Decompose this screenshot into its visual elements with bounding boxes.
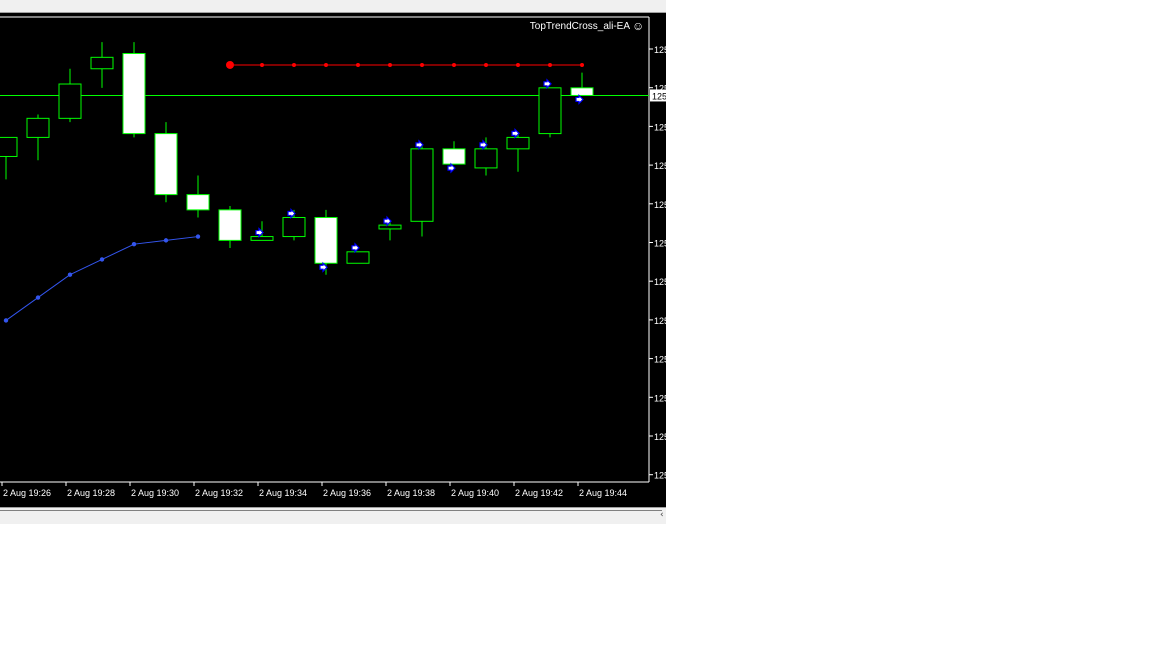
scroll-right-arrow-icon[interactable]: ‹ [660, 510, 664, 520]
red-level-point [484, 62, 488, 67]
signal-arrow-icon [351, 242, 360, 254]
blue-line-point [163, 238, 169, 243]
time-label: 2 Aug 19:34 [259, 488, 307, 498]
candle-bullish [346, 251, 370, 264]
blue-trend-line [5, 236, 199, 321]
smiley-icon: ☺ [632, 19, 644, 33]
red-level-point [452, 62, 456, 67]
red-level-point [324, 62, 328, 67]
terminal-window: 125 125 125 125 125 125 125 125 125 125 125 125 2 Au… [0, 0, 666, 524]
time-label: 2 Aug 19:44 [579, 488, 627, 498]
time-label: 2 Aug 19:32 [195, 488, 243, 498]
price-label: 125 [654, 122, 666, 132]
blue-line-point [131, 241, 137, 247]
blue-line-point [3, 318, 9, 323]
price-label: 125 [654, 355, 666, 365]
time-label: 2 Aug 19:26 [3, 488, 51, 498]
candle-bearish [122, 53, 146, 135]
red-level-start-point [226, 60, 234, 69]
signal-arrow-icon [575, 94, 584, 105]
candle-bullish [378, 224, 402, 230]
candle-bullish [410, 148, 434, 222]
candle-bullish [538, 87, 562, 135]
signal-arrow-icon [543, 78, 552, 90]
blue-line-point [67, 272, 73, 277]
candle-bearish [314, 216, 338, 264]
price-label: 125 [654, 161, 666, 171]
blue-line-point [195, 234, 201, 239]
candle-bullish [282, 216, 306, 238]
red-level-point [356, 62, 360, 67]
time-label: 2 Aug 19:42 [515, 488, 563, 498]
red-level-point [580, 62, 584, 67]
horizontal-scrollbar[interactable]: ‹ [0, 507, 666, 524]
candle-bearish [218, 209, 242, 241]
price-label: 125 [654, 45, 666, 55]
time-label: 2 Aug 19:36 [323, 488, 371, 498]
price-label: 125 [654, 471, 666, 481]
price-label: 125 [654, 393, 666, 403]
scrollbar-track [0, 510, 662, 511]
blue-line-point [35, 295, 41, 300]
time-label: 2 Aug 19:28 [67, 488, 115, 498]
chart-tab-strip [0, 0, 666, 13]
time-label: 2 Aug 19:38 [387, 488, 435, 498]
price-label: 125 [654, 277, 666, 287]
candle-bearish [570, 87, 594, 96]
price-label: 125 [654, 239, 666, 249]
candle-bullish [58, 83, 82, 119]
candle-bearish [154, 133, 178, 196]
price-label: 125 [654, 316, 666, 326]
candle-bullish [250, 236, 274, 241]
current-price-label: 125 [652, 91, 666, 101]
red-level-point [260, 62, 264, 67]
candle-bearish [186, 194, 210, 211]
signal-arrow-icon [447, 162, 456, 174]
blue-line-point [99, 257, 105, 262]
candle-bearish [442, 148, 466, 165]
candle-bullish [506, 136, 530, 150]
candle-bullish [0, 136, 18, 157]
red-level-point [516, 62, 520, 67]
red-level-point [420, 62, 424, 67]
price-label: 125 [654, 432, 666, 442]
price-label: 125 [654, 200, 666, 210]
ea-label: TopTrendCross_ali-EA [530, 21, 631, 32]
candle-bullish [474, 148, 498, 169]
time-label: 2 Aug 19:30 [131, 488, 179, 498]
candle-bullish [90, 56, 114, 70]
candle-bullish [26, 117, 50, 138]
red-level-point [292, 62, 296, 67]
red-level-point [388, 62, 392, 67]
red-level-point [548, 62, 552, 67]
time-label: 2 Aug 19:40 [451, 488, 499, 498]
chart-canvas[interactable]: 125 125 125 125 125 125 125 125 125 125 125 125 2 Au… [0, 13, 666, 507]
price-chart[interactable]: 125 125 125 125 125 125 125 125 125 125 125 125 2 Au… [0, 13, 666, 507]
